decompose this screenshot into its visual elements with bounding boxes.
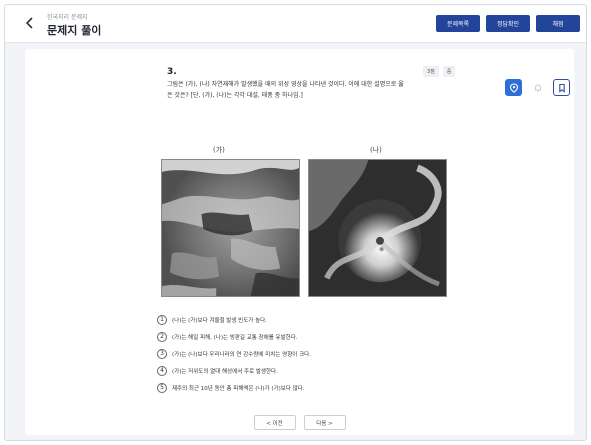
bell-icon xyxy=(534,84,541,92)
next-button[interactable]: 다음 > xyxy=(303,415,346,430)
check-answer-button[interactable]: 정답확인 xyxy=(486,15,530,32)
grade-button[interactable]: 채점 xyxy=(536,15,580,32)
bookmark-button[interactable] xyxy=(553,79,570,96)
question-number: 3. xyxy=(167,67,177,77)
notification-button[interactable] xyxy=(529,79,546,96)
option-number: 3 xyxy=(157,348,167,359)
satellite-image-na xyxy=(308,159,447,297)
app-window: 한국지리 문제지 문제지 풀이 문제목록 정답확인 채점 3. 그림은 (가),… xyxy=(4,4,587,441)
option-text: (나)는 (가)보다 겨울철 발생 빈도가 높다. xyxy=(172,317,267,324)
option-2[interactable]: 2 (가)는 해일 피해, (나)는 빙판길 교통 장애를 유발한다. xyxy=(157,328,487,345)
question-tools xyxy=(505,79,570,96)
chevron-left-icon xyxy=(25,17,33,29)
figure-label-na: (나) xyxy=(370,146,382,154)
answer-options: 1 (나)는 (가)보다 겨울철 발생 빈도가 높다. 2 (가)는 해일 피해… xyxy=(157,311,487,396)
figure-label-ga: (가) xyxy=(213,146,225,154)
option-text: (가)는 해일 피해, (나)는 빙판길 교통 장애를 유발한다. xyxy=(172,334,298,341)
difficulty-badge: 중 xyxy=(442,66,456,77)
points-badge: 3점 xyxy=(423,66,439,77)
option-1[interactable]: 1 (나)는 (가)보다 겨울철 발생 빈도가 높다. xyxy=(157,311,487,328)
option-text: 제주의 최근 10년 동안 총 피해액은 (나)가 (가)보다 많다. xyxy=(172,385,305,392)
satellite-image-ga xyxy=(161,159,300,297)
bookmark-icon xyxy=(558,83,565,93)
location-button[interactable] xyxy=(505,79,522,96)
option-text: (가)는 저위도의 열대 해상에서 주로 발생한다. xyxy=(172,368,278,375)
top-header: 한국지리 문제지 문제지 풀이 문제목록 정답확인 채점 xyxy=(5,5,586,43)
option-3[interactable]: 3 (가)는 (나)보다 우리나라의 연 강수량에 미치는 영향이 크다. xyxy=(157,345,487,362)
header-actions: 문제목록 정답확인 채점 xyxy=(436,15,580,32)
option-4[interactable]: 4 (가)는 저위도의 열대 해상에서 주로 발생한다. xyxy=(157,362,487,379)
option-5[interactable]: 5 제주의 최근 10년 동안 총 피해액은 (나)가 (가)보다 많다. xyxy=(157,379,487,396)
option-number: 5 xyxy=(157,382,167,393)
question-card: 3. 그림은 (가), (나) 자연재해가 발생했을 때의 위성 영상을 나타낸… xyxy=(25,49,574,435)
option-number: 4 xyxy=(157,365,167,376)
page-title: 문제지 풀이 xyxy=(47,24,102,37)
question-list-button[interactable]: 문제목록 xyxy=(436,15,480,32)
breadcrumb: 한국지리 문제지 xyxy=(47,14,88,21)
option-text: (가)는 (나)보다 우리나라의 연 강수량에 미치는 영향이 크다. xyxy=(172,351,311,358)
option-number: 2 xyxy=(157,331,167,342)
question-meta: 3점 중 xyxy=(423,66,456,77)
option-number: 1 xyxy=(157,314,167,325)
prev-button[interactable]: < 이전 xyxy=(253,415,296,430)
question-text: 그림은 (가), (나) 자연재해가 발생했을 때의 위성 영상을 나타낸 것이… xyxy=(167,81,404,99)
back-button[interactable] xyxy=(21,15,37,31)
pagination: < 이전 다음 > xyxy=(25,415,574,430)
location-pin-icon xyxy=(509,82,518,93)
